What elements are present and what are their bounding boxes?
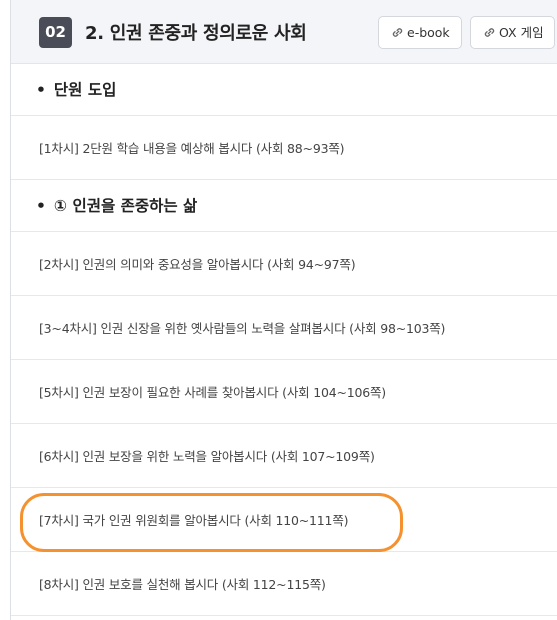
link-icon <box>484 28 495 37</box>
section-title: • ① 인권을 존중하는 삶 <box>36 194 197 216</box>
lesson-row[interactable]: [7차시] 국가 인권 위원회를 알아봅시다 (사회 110~111쪽) <box>11 488 557 552</box>
section-row-intro: • 단원 도입 <box>11 64 557 116</box>
lesson-link[interactable]: [1차시] 2단원 학습 내용을 예상해 봅시다 (사회 88~93쪽) <box>39 138 345 157</box>
lesson-link[interactable]: [6차시] 인권 보장을 위한 노력을 알아봅시다 (사회 107~109쪽) <box>39 446 375 465</box>
lesson-row[interactable]: [1차시] 2단원 학습 내용을 예상해 봅시다 (사회 88~93쪽) <box>11 116 557 180</box>
lesson-row[interactable]: [2차시] 인권의 의미와 중요성을 알아봅시다 (사회 94~97쪽) <box>11 232 557 296</box>
lesson-link[interactable]: [3~4차시] 인권 신장을 위한 옛사람들의 노력을 살펴봅시다 (사회 98… <box>39 318 445 337</box>
lesson-row[interactable]: [6차시] 인권 보장을 위한 노력을 알아봅시다 (사회 107~109쪽) <box>11 424 557 488</box>
section-title-label: ① 인권을 존중하는 삶 <box>53 197 198 215</box>
lesson-link[interactable]: [5차시] 인권 보장이 필요한 사례를 찾아봅시다 (사회 104~106쪽) <box>39 382 386 401</box>
lesson-row[interactable]: [5차시] 인권 보장이 필요한 사례를 찾아봅시다 (사회 104~106쪽) <box>11 360 557 424</box>
section-title: • 단원 도입 <box>36 78 116 100</box>
section-row-respect: • ① 인권을 존중하는 삶 <box>11 180 557 232</box>
unit-header: 02 2. 인권 존중과 정의로운 사회 e-book OX 게임 <box>11 0 557 64</box>
ox-game-button[interactable]: OX 게임 <box>470 16 555 49</box>
lesson-link[interactable]: [8차시] 인권 보호를 실천해 봅시다 (사회 112~115쪽) <box>39 574 326 593</box>
lesson-row[interactable]: [3~4차시] 인권 신장을 위한 옛사람들의 노력을 살펴봅시다 (사회 98… <box>11 296 557 360</box>
lesson-link[interactable]: [2차시] 인권의 의미와 중요성을 알아봅시다 (사회 94~97쪽) <box>39 254 356 273</box>
link-icon <box>392 28 403 37</box>
unit-panel: 02 2. 인권 존중과 정의로운 사회 e-book OX 게임 • 단원 도입… <box>10 0 557 620</box>
unit-title: 2. 인권 존중과 정의로운 사회 <box>85 23 307 44</box>
ebook-button[interactable]: e-book <box>378 16 462 49</box>
unit-number-badge: 02 <box>39 17 72 48</box>
ox-game-button-label: OX 게임 <box>499 25 544 40</box>
bullet: • <box>36 81 46 99</box>
lesson-link[interactable]: [7차시] 국가 인권 위원회를 알아봅시다 (사회 110~111쪽) <box>39 510 348 529</box>
section-title-label: 단원 도입 <box>53 81 117 99</box>
ebook-button-label: e-book <box>407 25 450 40</box>
bullet: • <box>36 197 46 215</box>
lesson-row[interactable]: [8차시] 인권 보호를 실천해 봅시다 (사회 112~115쪽) <box>11 552 557 616</box>
